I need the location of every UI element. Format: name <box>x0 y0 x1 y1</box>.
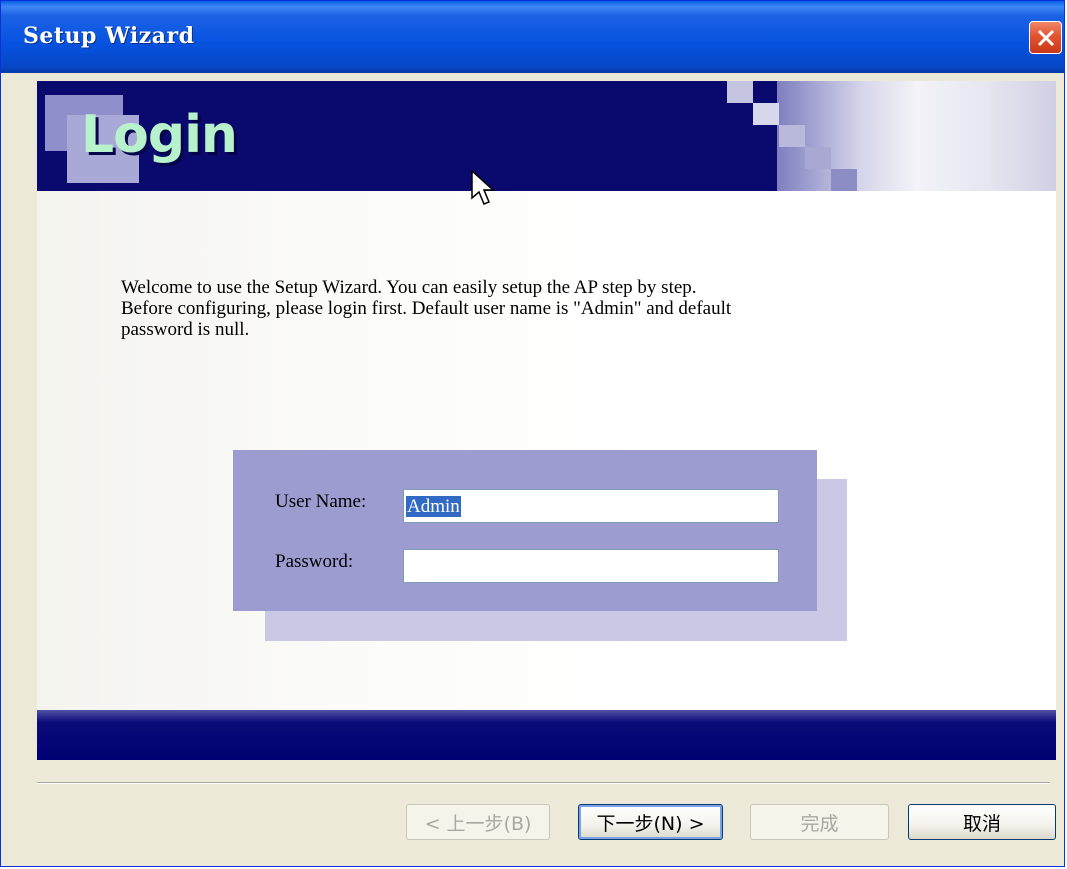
close-button[interactable] <box>1029 21 1062 54</box>
title-bar[interactable]: Setup Wizard <box>1 1 1064 73</box>
banner-gradient <box>777 81 1056 191</box>
back-button[interactable]: < 上一步(B) <box>406 804 550 840</box>
password-label: Password: <box>275 551 354 572</box>
bottom-decor-bar <box>37 710 1056 760</box>
welcome-line: Before configuring, please login first. … <box>121 298 732 319</box>
mouse-cursor-icon <box>471 170 495 205</box>
username-label: User Name: <box>275 491 367 512</box>
banner-pixel-block <box>779 125 805 147</box>
banner-pixel-block <box>831 169 857 191</box>
next-button[interactable]: 下一步(N) > <box>578 804 723 840</box>
login-panel: User Name: Admin Password: <box>233 450 817 611</box>
banner-heading: Login <box>81 105 238 165</box>
close-icon <box>1037 29 1055 47</box>
username-field[interactable]: Admin <box>403 489 779 523</box>
welcome-line: password is null. <box>121 319 250 340</box>
wizard-content: Login Welcome to use the Setup Wizard. Y… <box>37 81 1056 760</box>
window-title: Setup Wizard <box>23 23 195 49</box>
welcome-line: Welcome to use the Setup Wizard. You can… <box>121 277 697 298</box>
username-value: Admin <box>406 496 461 517</box>
password-field[interactable] <box>403 549 779 583</box>
setup-wizard-window: Setup Wizard Login Welcome to use the Se… <box>0 0 1065 867</box>
welcome-text: Welcome to use the Setup Wizard. You can… <box>121 277 881 340</box>
banner-pixel-block <box>753 103 779 125</box>
button-divider <box>37 782 1050 784</box>
cancel-button[interactable]: 取消 <box>908 804 1056 840</box>
banner-pixel-block <box>727 81 753 103</box>
banner-pixel-block <box>805 147 831 169</box>
finish-button[interactable]: 完成 <box>750 804 889 840</box>
login-banner: Login <box>37 81 1056 191</box>
banner-pixel-block <box>737 103 753 125</box>
